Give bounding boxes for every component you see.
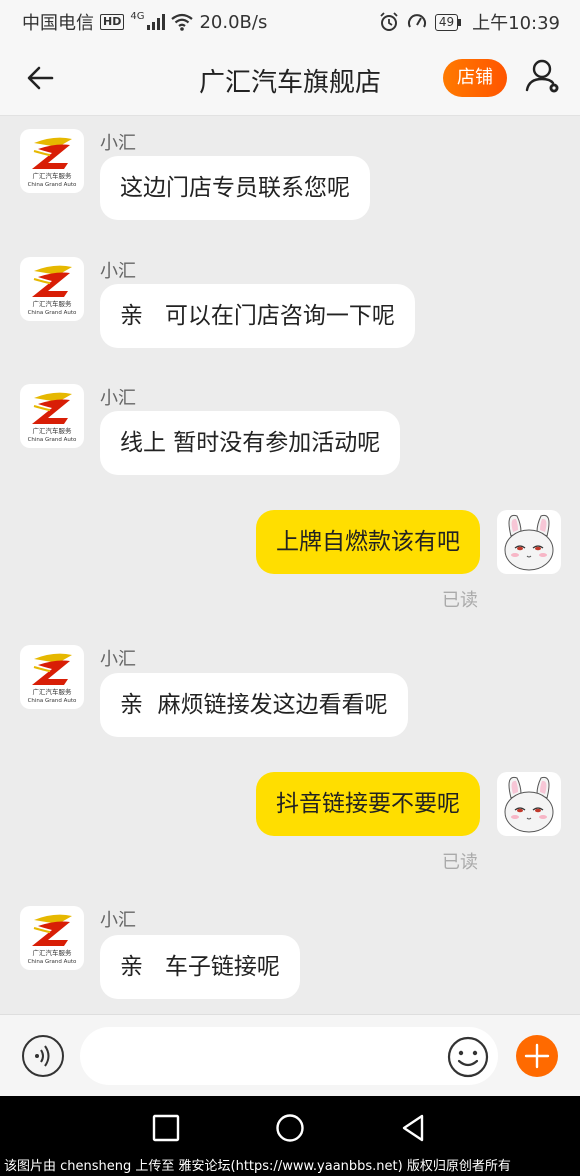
message-bubble[interactable]: 亲 麻烦链接发这边看看呢 bbox=[100, 673, 408, 737]
sender-name: 小汇 bbox=[100, 133, 136, 154]
battery-icon: 49 bbox=[434, 13, 462, 31]
network-type: 4G bbox=[130, 10, 145, 22]
shop-avatar[interactable]: 广汇汽车服务 China Grand Auto bbox=[20, 129, 84, 193]
user-avatar[interactable] bbox=[497, 772, 561, 836]
message-outgoing: 上牌自燃款该有吧 已读 bbox=[0, 506, 580, 616]
svg-text:China Grand Auto: China Grand Auto bbox=[28, 182, 77, 188]
voice-wave-icon bbox=[35, 1045, 50, 1067]
sender-name: 小汇 bbox=[100, 388, 136, 409]
shop-logo-icon: 广汇汽车服务 China Grand Auto bbox=[28, 914, 77, 965]
shop-avatar[interactable]: 广汇汽车服务 China Grand Auto bbox=[20, 906, 84, 970]
more-options-button[interactable] bbox=[516, 1035, 558, 1077]
wifi-icon bbox=[171, 13, 194, 31]
shop-logo-icon: 广汇汽车服务 China Grand Auto bbox=[28, 653, 77, 704]
svg-text:广汇汽车服务: 广汇汽车服务 bbox=[33, 687, 73, 696]
store-button[interactable]: 店铺 bbox=[443, 59, 507, 97]
recent-apps-icon[interactable] bbox=[148, 1110, 184, 1146]
shop-logo-icon: 广汇汽车服务 China Grand Auto bbox=[28, 392, 77, 443]
system-navigation-bar bbox=[0, 1096, 580, 1160]
user-settings-icon[interactable] bbox=[524, 57, 564, 97]
network-speed: 20.0B/s bbox=[199, 11, 268, 33]
message-outgoing: 抖音链接要不要呢 已读 bbox=[0, 768, 580, 878]
shop-logo-icon: 广汇汽车服务 China Grand Auto bbox=[28, 137, 77, 188]
back-triangle-icon[interactable] bbox=[396, 1110, 432, 1146]
alarm-icon bbox=[380, 12, 398, 31]
message-bubble[interactable]: 抖音链接要不要呢 bbox=[256, 772, 480, 836]
data-saver-icon bbox=[407, 14, 426, 28]
shop-logo-icon: 广汇汽车服务 China Grand Auto bbox=[28, 265, 77, 316]
sender-name: 小汇 bbox=[100, 261, 136, 282]
svg-text:China Grand Auto: China Grand Auto bbox=[28, 959, 77, 965]
svg-text:China Grand Auto: China Grand Auto bbox=[28, 310, 77, 316]
user-avatar[interactable] bbox=[497, 510, 561, 574]
home-icon[interactable] bbox=[272, 1110, 308, 1146]
message-bubble[interactable]: 上牌自燃款该有吧 bbox=[256, 510, 480, 574]
svg-text:China Grand Auto: China Grand Auto bbox=[28, 698, 77, 704]
message-bubble[interactable]: 线上 暂时没有参加活动呢 bbox=[100, 411, 401, 475]
svg-text:广汇汽车服务: 广汇汽车服务 bbox=[33, 948, 73, 957]
status-bar: 中国电信 HD 4G 20.0B/s 49 上午10:39 bbox=[0, 0, 580, 40]
message-incoming: 广汇汽车服务 China Grand Auto 小汇 亲 车子链接呢 bbox=[0, 893, 580, 1013]
message-incoming: 广汇汽车服务 China Grand Auto 小汇 亲 可以在门店咨询一下呢 bbox=[0, 244, 580, 364]
voice-input-button[interactable] bbox=[22, 1035, 64, 1077]
message-bubble[interactable]: 亲 可以在门店咨询一下呢 bbox=[100, 284, 415, 348]
message-input[interactable] bbox=[80, 1027, 498, 1085]
message-composer bbox=[0, 1014, 580, 1096]
shop-avatar[interactable]: 广汇汽车服务 China Grand Auto bbox=[20, 257, 84, 321]
sender-name: 小汇 bbox=[100, 649, 136, 670]
sender-name: 小汇 bbox=[100, 910, 136, 931]
message-bubble[interactable]: 这边门店专员联系您呢 bbox=[100, 156, 370, 220]
message-bubble[interactable]: 亲 车子链接呢 bbox=[100, 935, 300, 999]
emoji-icon[interactable] bbox=[446, 1035, 490, 1079]
signal-icon bbox=[147, 14, 166, 30]
clock: 上午10:39 bbox=[472, 13, 560, 34]
svg-text:广汇汽车服务: 广汇汽车服务 bbox=[33, 171, 73, 180]
carrier-name: 中国电信 bbox=[22, 13, 94, 34]
read-receipt: 已读 bbox=[442, 590, 478, 611]
bunny-avatar-icon bbox=[504, 514, 554, 571]
plus-icon bbox=[524, 1043, 550, 1069]
watermark-text: 该图片由 chensheng 上传至 雅安论坛(https://www.yaan… bbox=[0, 1158, 580, 1176]
shop-avatar[interactable]: 广汇汽车服务 China Grand Auto bbox=[20, 384, 84, 448]
message-incoming: 广汇汽车服务 China Grand Auto 小汇 这边门店专员联系您呢 bbox=[0, 116, 580, 236]
svg-text:China Grand Auto: China Grand Auto bbox=[28, 437, 77, 443]
chat-list[interactable]: 广汇汽车服务 China Grand Auto 小汇 这边门店专员联系您呢 广汇… bbox=[0, 116, 580, 1014]
message-incoming: 广汇汽车服务 China Grand Auto 小汇 亲 麻烦链接发这边看看呢 bbox=[0, 632, 580, 752]
shop-avatar[interactable]: 广汇汽车服务 China Grand Auto bbox=[20, 645, 84, 709]
message-incoming: 广汇汽车服务 China Grand Auto 小汇 线上 暂时没有参加活动呢 bbox=[0, 371, 580, 491]
read-receipt: 已读 bbox=[442, 852, 478, 873]
hd-badge: HD bbox=[100, 14, 125, 30]
chat-header: 广汇汽车旗舰店 店铺 bbox=[0, 40, 580, 116]
bunny-avatar-icon bbox=[504, 776, 554, 833]
svg-text:广汇汽车服务: 广汇汽车服务 bbox=[33, 299, 73, 308]
svg-text:广汇汽车服务: 广汇汽车服务 bbox=[33, 426, 73, 435]
